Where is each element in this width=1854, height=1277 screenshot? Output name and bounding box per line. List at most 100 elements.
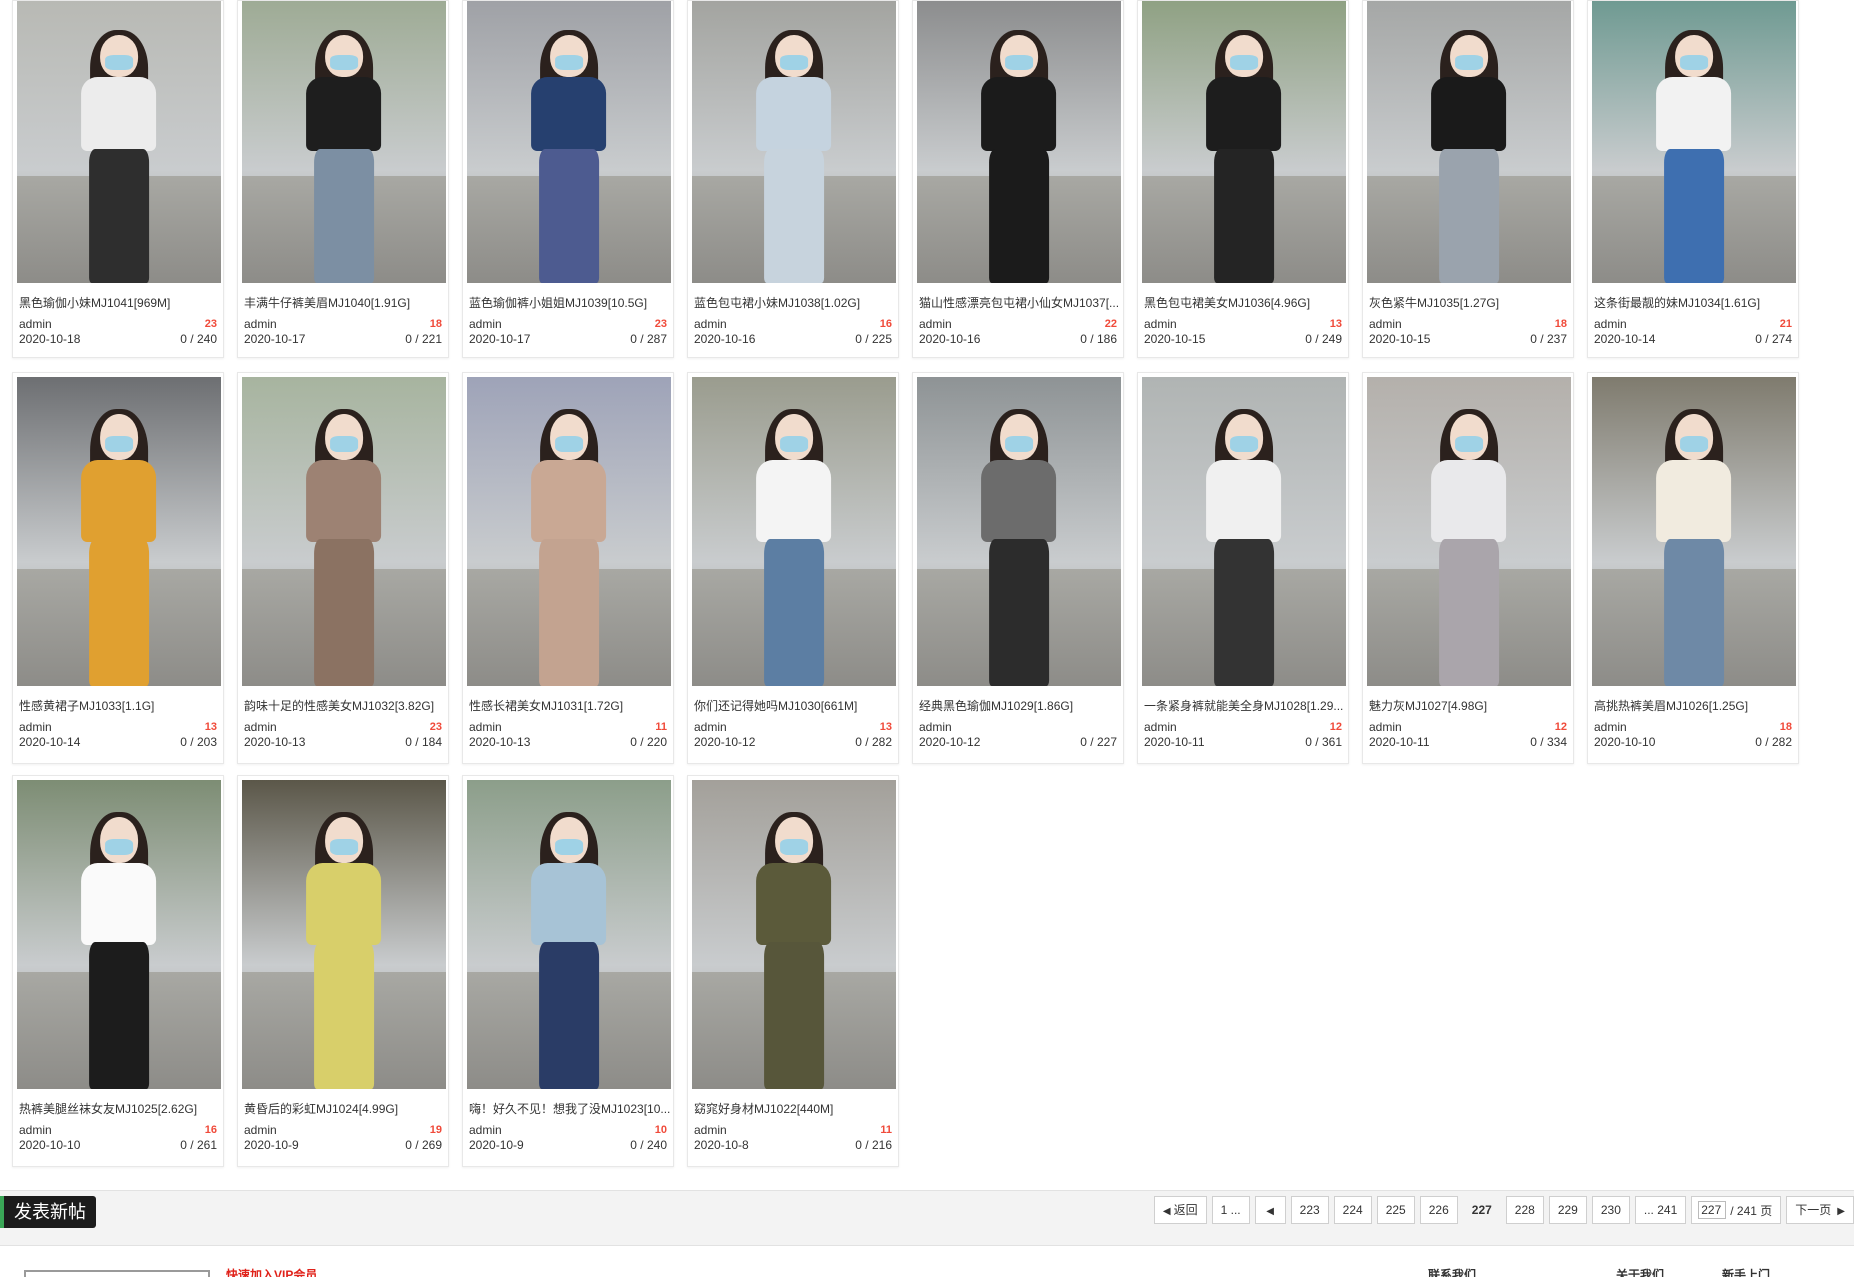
thread-author[interactable]: admin bbox=[469, 1123, 502, 1138]
thread-card[interactable]: 黄昏后的彩虹MJ1024[4.99G] admin 19 2020-10-9 0… bbox=[237, 775, 449, 1167]
thread-author[interactable]: admin bbox=[19, 317, 52, 332]
thread-card[interactable]: 一条紧身裤就能美全身MJ1028[1.29... admin 12 2020-1… bbox=[1137, 372, 1349, 764]
thread-card[interactable]: 韵味十足的性感美女MJ1032[3.82G] admin 23 2020-10-… bbox=[237, 372, 449, 764]
thread-thumbnail[interactable] bbox=[1142, 377, 1346, 686]
thread-thumbnail[interactable] bbox=[467, 780, 671, 1089]
thread-author[interactable]: admin bbox=[1594, 317, 1627, 332]
pager-first-page[interactable]: 1 ... bbox=[1211, 1196, 1250, 1224]
thread-card[interactable]: 灰色紧牛MJ1035[1.27G] admin 18 2020-10-15 0 … bbox=[1362, 0, 1574, 358]
thread-card[interactable]: 蓝色包屯裙小妹MJ1038[1.02G] admin 16 2020-10-16… bbox=[687, 0, 899, 358]
thread-title[interactable]: 窈窕好身材MJ1022[440M] bbox=[688, 1101, 898, 1117]
thread-author[interactable]: admin bbox=[469, 317, 502, 332]
pager-next-button[interactable]: 下一页 ▶ bbox=[1786, 1196, 1854, 1224]
thread-thumbnail[interactable] bbox=[242, 377, 446, 686]
thread-title[interactable]: 性感长裙美女MJ1031[1.72G] bbox=[463, 698, 673, 714]
thread-card[interactable]: 热裤美腿丝袜女友MJ1025[2.62G] admin 16 2020-10-1… bbox=[12, 775, 224, 1167]
thread-thumbnail[interactable] bbox=[17, 377, 221, 686]
thread-thumbnail[interactable] bbox=[242, 780, 446, 1089]
thread-author[interactable]: admin bbox=[244, 1123, 277, 1138]
pager-last-page[interactable]: ... 241 bbox=[1634, 1196, 1687, 1224]
thread-title[interactable]: 你们还记得她吗MJ1030[661M] bbox=[688, 698, 898, 714]
thread-card[interactable]: 你们还记得她吗MJ1030[661M] admin 13 2020-10-12 … bbox=[687, 372, 899, 764]
thread-thumbnail[interactable] bbox=[467, 377, 671, 686]
thread-card[interactable]: 性感长裙美女MJ1031[1.72G] admin 11 2020-10-13 … bbox=[462, 372, 674, 764]
thread-title[interactable]: 蓝色包屯裙小妹MJ1038[1.02G] bbox=[688, 295, 898, 311]
pager-page[interactable]: 224 bbox=[1333, 1196, 1372, 1224]
pager-page[interactable]: 229 bbox=[1548, 1196, 1587, 1224]
thread-thumbnail[interactable] bbox=[692, 780, 896, 1089]
thread-card[interactable]: 魅力灰MJ1027[4.98G] admin 12 2020-10-11 0 /… bbox=[1362, 372, 1574, 764]
thread-card[interactable]: 丰满牛仔裤美眉MJ1040[1.91G] admin 18 2020-10-17… bbox=[237, 0, 449, 358]
thread-thumbnail[interactable] bbox=[1592, 377, 1796, 686]
thread-card[interactable]: 嗨！好久不见！想我了没MJ1023[10... admin 10 2020-10… bbox=[462, 775, 674, 1167]
thread-title[interactable]: 猫山性感漂亮包屯裙小仙女MJ1037[... bbox=[913, 295, 1123, 311]
thread-title[interactable]: 丰满牛仔裤美眉MJ1040[1.91G] bbox=[238, 295, 448, 311]
thread-thumbnail[interactable] bbox=[917, 377, 1121, 686]
thread-card[interactable]: 蓝色瑜伽裤小姐姐MJ1039[10.5G] admin 23 2020-10-1… bbox=[462, 0, 674, 358]
thread-author[interactable]: admin bbox=[694, 720, 727, 735]
new-post-button[interactable]: 发表新帖 bbox=[0, 1196, 96, 1228]
thread-thumbnail[interactable] bbox=[17, 780, 221, 1089]
thread-thumbnail[interactable] bbox=[1367, 377, 1571, 686]
pager-page[interactable]: 230 bbox=[1591, 1196, 1630, 1224]
footer-link-about[interactable]: 关于我们 bbox=[1616, 1266, 1664, 1277]
thread-title[interactable]: 黑色瑜伽小妹MJ1041[969M] bbox=[13, 295, 223, 311]
thread-author[interactable]: admin bbox=[1369, 720, 1402, 735]
thumbnail-person bbox=[1422, 408, 1516, 686]
thread-title[interactable]: 嗨！好久不见！想我了没MJ1023[10... bbox=[463, 1101, 673, 1117]
thread-author[interactable]: admin bbox=[919, 317, 952, 332]
pager-back-button[interactable]: ◀ 返回 bbox=[1153, 1196, 1207, 1224]
pager-page[interactable]: 223 bbox=[1290, 1196, 1329, 1224]
thread-thumbnail[interactable] bbox=[1142, 1, 1346, 283]
thread-thumbnail[interactable] bbox=[17, 1, 221, 283]
footer-link-newbie[interactable]: 新手上门 bbox=[1722, 1266, 1770, 1277]
thread-title[interactable]: 灰色紧牛MJ1035[1.27G] bbox=[1363, 295, 1573, 311]
thread-title[interactable]: 黑色包屯裙美女MJ1036[4.96G] bbox=[1138, 295, 1348, 311]
thread-card[interactable]: 经典黑色瑜伽MJ1029[1.86G] admin 2020-10-12 0 /… bbox=[912, 372, 1124, 764]
thread-thumbnail[interactable] bbox=[692, 1, 896, 283]
thread-thumbnail[interactable] bbox=[1592, 1, 1796, 283]
pager-page[interactable]: 226 bbox=[1419, 1196, 1458, 1224]
thread-thumbnail[interactable] bbox=[242, 1, 446, 283]
thread-author[interactable]: admin bbox=[1144, 317, 1177, 332]
pager-prev-button[interactable]: ◀ bbox=[1254, 1196, 1286, 1224]
thread-author[interactable]: admin bbox=[19, 720, 52, 735]
thread-title[interactable]: 这条街最靓的妹MJ1034[1.61G] bbox=[1588, 295, 1798, 311]
thread-card[interactable]: 窈窕好身材MJ1022[440M] admin 11 2020-10-8 0 /… bbox=[687, 775, 899, 1167]
thread-card[interactable]: 黑色瑜伽小妹MJ1041[969M] admin 23 2020-10-18 0… bbox=[12, 0, 224, 358]
thread-title[interactable]: 蓝色瑜伽裤小姐姐MJ1039[10.5G] bbox=[463, 295, 673, 311]
thread-title[interactable]: 韵味十足的性感美女MJ1032[3.82G] bbox=[238, 698, 448, 714]
thread-author[interactable]: admin bbox=[694, 1123, 727, 1138]
footer-link-contact[interactable]: 联系我们 bbox=[1428, 1266, 1476, 1277]
thread-title[interactable]: 热裤美腿丝袜女友MJ1025[2.62G] bbox=[13, 1101, 223, 1117]
thread-title[interactable]: 高挑热裤美眉MJ1026[1.25G] bbox=[1588, 698, 1798, 714]
thread-title[interactable]: 一条紧身裤就能美全身MJ1028[1.29... bbox=[1138, 698, 1348, 714]
thread-thumbnail[interactable] bbox=[467, 1, 671, 283]
thread-author[interactable]: admin bbox=[19, 1123, 52, 1138]
thread-author[interactable]: admin bbox=[694, 317, 727, 332]
thread-author[interactable]: admin bbox=[1369, 317, 1402, 332]
thread-author[interactable]: admin bbox=[244, 317, 277, 332]
thread-author[interactable]: admin bbox=[469, 720, 502, 735]
thread-card[interactable]: 性感黄裙子MJ1033[1.1G] admin 13 2020-10-14 0 … bbox=[12, 372, 224, 764]
thread-card[interactable]: 猫山性感漂亮包屯裙小仙女MJ1037[... admin 22 2020-10-… bbox=[912, 0, 1124, 358]
thread-card[interactable]: 黑色包屯裙美女MJ1036[4.96G] admin 13 2020-10-15… bbox=[1137, 0, 1349, 358]
thread-card[interactable]: 这条街最靓的妹MJ1034[1.61G] admin 21 2020-10-14… bbox=[1587, 0, 1799, 358]
thread-title[interactable]: 经典黑色瑜伽MJ1029[1.86G] bbox=[913, 698, 1123, 714]
thread-author[interactable]: admin bbox=[1144, 720, 1177, 735]
footer-search-box[interactable] bbox=[24, 1270, 210, 1277]
pager-page[interactable]: 225 bbox=[1376, 1196, 1415, 1224]
thread-author[interactable]: admin bbox=[244, 720, 277, 735]
page-jump-input[interactable]: 227 bbox=[1698, 1201, 1727, 1219]
thread-card[interactable]: 高挑热裤美眉MJ1026[1.25G] admin 18 2020-10-10 … bbox=[1587, 372, 1799, 764]
thread-title[interactable]: 魅力灰MJ1027[4.98G] bbox=[1363, 698, 1573, 714]
thread-thumbnail[interactable] bbox=[692, 377, 896, 686]
thread-thumbnail[interactable] bbox=[1367, 1, 1571, 283]
thread-author[interactable]: admin bbox=[919, 720, 952, 735]
thread-author[interactable]: admin bbox=[1594, 720, 1627, 735]
thread-title[interactable]: 黄昏后的彩虹MJ1024[4.99G] bbox=[238, 1101, 448, 1117]
pager-page[interactable]: 228 bbox=[1505, 1196, 1544, 1224]
footer-vip-link[interactable]: 快速加入VIP会员 bbox=[226, 1266, 317, 1277]
thread-title[interactable]: 性感黄裙子MJ1033[1.1G] bbox=[13, 698, 223, 714]
thread-thumbnail[interactable] bbox=[917, 1, 1121, 283]
